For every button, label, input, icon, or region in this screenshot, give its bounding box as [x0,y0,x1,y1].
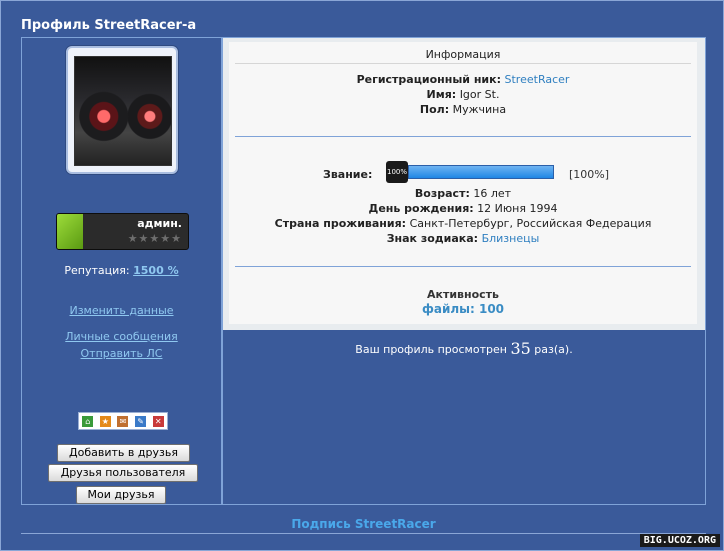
country-value: Санкт-Петербург, Российская Федерация [409,217,652,230]
birthday-row: День рождения: 12 Июня 1994 [229,202,697,215]
user-actions-icons: ⌂ ★ ✉ ✎ ✕ [78,412,168,430]
views-prefix: Ваш профиль просмотрен [355,343,507,356]
zodiac-value[interactable]: Близнецы [482,232,540,245]
rank-progress-bar [408,165,554,179]
avatar-frame [66,46,178,174]
rank-progress-icon: 100% [386,161,408,183]
rank-badge-stripe [57,214,83,249]
info-panel: Информация Регистрационный ник: StreetRa… [223,38,705,330]
gender-label: Пол: [419,103,450,116]
page-title: Профиль StreetRacer-а [21,18,197,33]
rank-progress-fill [409,166,553,178]
divider [235,63,691,64]
reputation-label: Репутация: [64,264,130,277]
rank-label-field: Звание: [323,168,373,181]
my-friends-button[interactable]: Мои друзья [76,486,166,504]
send-pm-link[interactable]: Отправить ЛС [22,347,221,360]
watermark: BIG.UCOZ.ORG [639,534,720,547]
profile-views: Ваш профиль просмотрен 35 раз(а). [223,339,705,358]
divider [21,533,706,534]
signature-title: Подпись StreetRacer [291,517,436,531]
country-row: Страна проживания: Санкт-Петербург, Росс… [229,217,697,230]
birthday-value: 12 Июня 1994 [477,202,558,215]
profile-window: Профиль StreetRacer-а админ. ★★★★★ Репут… [0,0,724,551]
activity-files[interactable]: файлы: 100 [229,302,697,316]
zodiac-row: Знак зодиака: Близнецы [229,232,697,245]
home-icon[interactable]: ⌂ [82,415,94,427]
age-value: 16 лет [473,187,512,200]
country-label: Страна проживания: [274,217,407,230]
age-row: Возраст: 16 лет [229,187,697,200]
avatar [74,56,172,166]
rank-stars: ★★★★★ [127,232,182,245]
views-suffix: раз(а). [534,343,573,356]
user-friends-button[interactable]: Друзья пользователя [48,464,198,482]
gender-value: Мужчина [452,103,507,116]
divider [235,266,691,267]
reg-nick-value[interactable]: StreetRacer [505,73,570,86]
birthday-label: День рождения: [368,202,474,215]
edit-icon[interactable]: ✎ [135,415,147,427]
rank-progress-text: [100%] [569,168,610,181]
private-messages-link[interactable]: Личные сообщения [22,330,221,343]
name-value: Igor St. [459,88,500,101]
age-label: Возраст: [414,187,470,200]
name-row: Имя: Igor St. [229,88,697,101]
reg-nick-row: Регистрационный ник: StreetRacer [229,73,697,86]
views-count: 35 [510,339,531,358]
zodiac-label: Знак зодиака: [386,232,479,245]
rank-label: админ. [137,217,182,230]
reputation: Репутация: 1500 % [22,264,221,277]
profile-sidebar: админ. ★★★★★ Репутация: 1500 % Изменить … [21,37,222,505]
rank-badge: админ. ★★★★★ [56,213,189,250]
name-label: Имя: [426,88,457,101]
reputation-value-link[interactable]: 1500 % [133,264,178,277]
add-friend-button[interactable]: Добавить в друзья [57,444,190,462]
info-section-title: Информация [425,48,501,61]
divider [235,136,691,137]
profile-main: Информация Регистрационный ник: StreetRa… [222,37,706,505]
edit-profile-link[interactable]: Изменить данные [22,304,221,317]
mail-icon[interactable]: ✉ [117,415,129,427]
activity-title: Активность [426,288,500,301]
delete-icon[interactable]: ✕ [152,415,164,427]
star-icon[interactable]: ★ [99,415,111,427]
gender-row: Пол: Мужчина [229,103,697,116]
reg-nick-label: Регистрационный ник: [356,73,502,86]
info-inner: Информация Регистрационный ник: StreetRa… [229,42,697,324]
